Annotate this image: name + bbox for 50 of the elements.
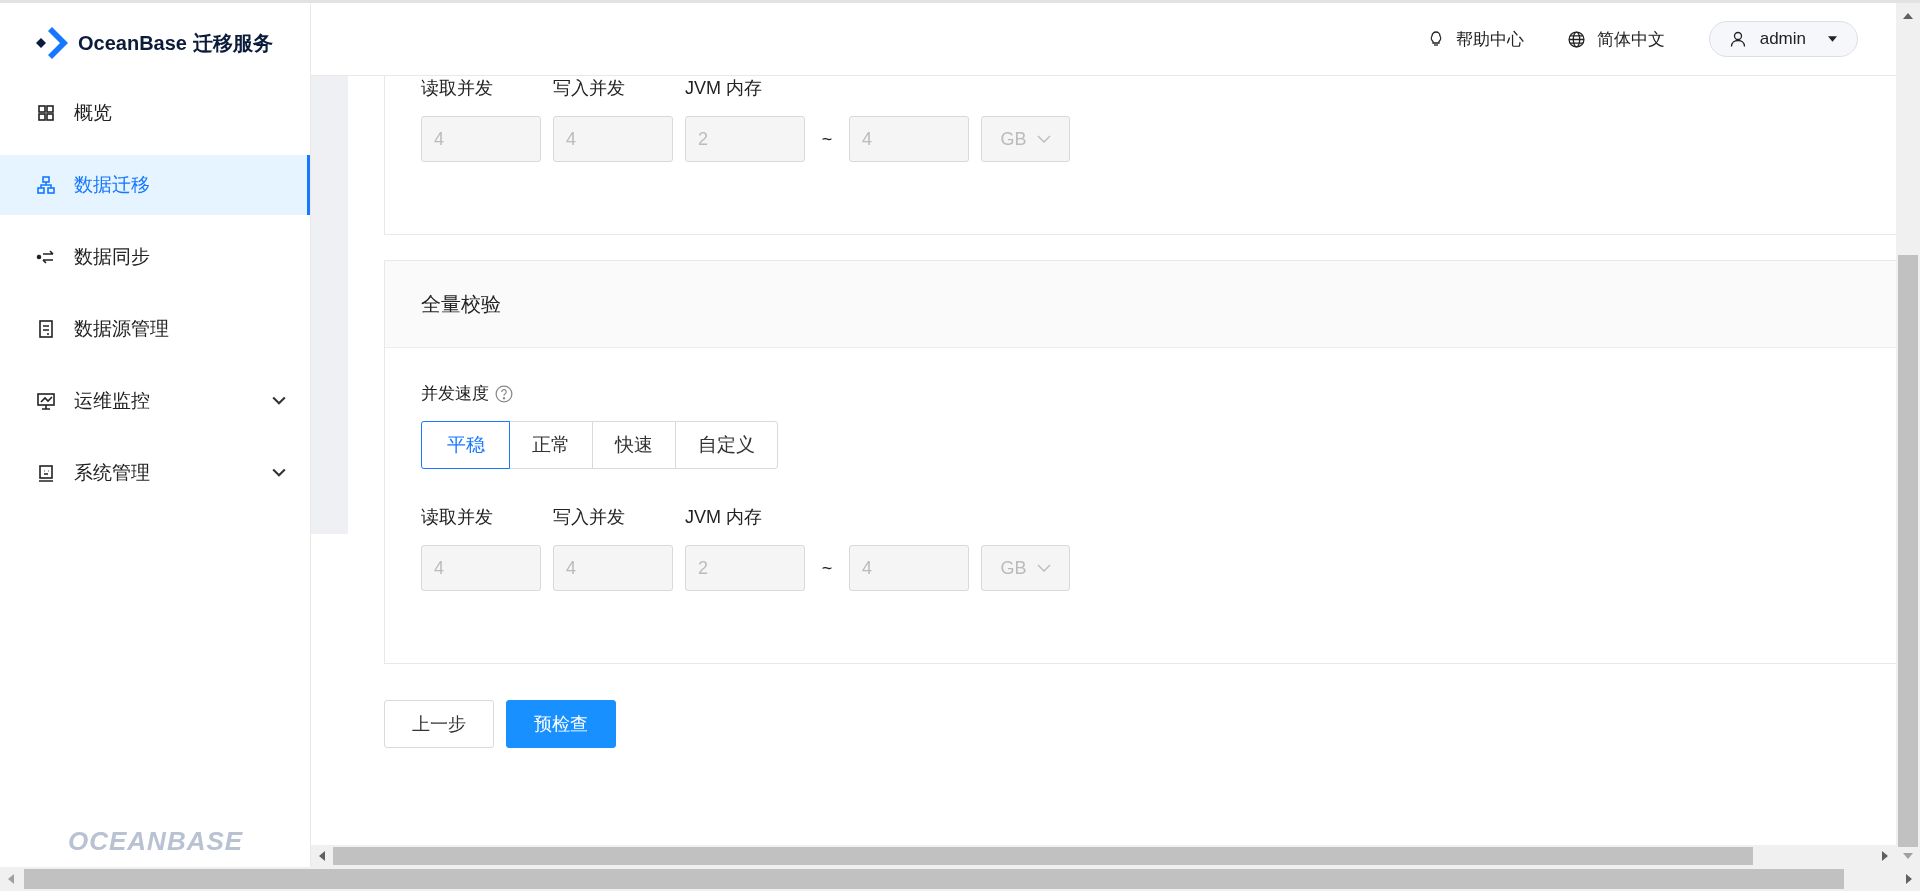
caret-down-icon: [1828, 36, 1837, 42]
user-menu[interactable]: admin: [1708, 21, 1858, 57]
footer-logo: OCEANBASE: [67, 826, 245, 857]
grid-icon: [36, 103, 56, 123]
sidebar-item[interactable]: 运维监控: [0, 371, 310, 431]
globe-icon: [1567, 30, 1585, 48]
speed-option[interactable]: 自定义: [675, 421, 778, 469]
scroll-right-icon: [1882, 851, 1888, 861]
scroll-left-icon: [319, 851, 325, 861]
field-label: JVM 内存: [685, 77, 763, 100]
chevron-down-icon: [272, 468, 286, 478]
speed-option[interactable]: 正常: [509, 421, 593, 469]
sidebar-item[interactable]: 系统管理: [0, 443, 310, 503]
page-horizontal-scrollbar[interactable]: [0, 867, 1920, 891]
chevron-down-icon: [1036, 135, 1051, 143]
sidebar-item[interactable]: 数据源管理: [0, 299, 310, 359]
speed-option[interactable]: 快速: [592, 421, 676, 469]
back-button[interactable]: 上一步: [384, 700, 494, 748]
logo-icon: [34, 25, 70, 61]
field-label: 写入并发: [553, 506, 626, 529]
chevron-down-icon: [272, 396, 286, 406]
chevron-down-icon: [1036, 564, 1051, 572]
scroll-down-icon: [1903, 853, 1913, 859]
tree-icon: [36, 175, 56, 195]
monitor-icon: [36, 391, 56, 411]
scroll-up-icon: [1903, 13, 1913, 19]
sidebar-item[interactable]: 数据同步: [0, 227, 310, 287]
field-label: JVM 内存: [685, 506, 763, 529]
sidebar-item[interactable]: 数据迁移: [0, 155, 310, 215]
field-label: 写入并发: [553, 77, 626, 100]
field-label: 读取并发: [421, 506, 494, 529]
help-icon: [495, 384, 513, 403]
horizontal-scrollbar[interactable]: [311, 845, 1896, 867]
scroll-left-icon: [8, 874, 14, 884]
system-icon: [36, 463, 56, 483]
precheck-button[interactable]: 预检查: [506, 700, 616, 748]
help-link[interactable]: 帮助中心: [1427, 27, 1524, 51]
field-label: 并发速度: [421, 383, 489, 405]
speed-option[interactable]: 平稳: [421, 421, 510, 469]
brand-name: OceanBase 迁移服务: [78, 30, 273, 56]
range-separator: ~: [820, 128, 834, 150]
sidebar-item[interactable]: 概览: [0, 83, 310, 143]
user-icon: [1729, 31, 1746, 47]
language-selector[interactable]: 简体中文: [1567, 27, 1665, 51]
range-separator: ~: [820, 557, 834, 579]
section-title: 全量校验: [421, 291, 501, 317]
scroll-right-icon: [1906, 874, 1912, 884]
doc-icon: [36, 319, 56, 339]
field-label: 读取并发: [421, 77, 494, 100]
vertical-scrollbar[interactable]: [1896, 3, 1920, 867]
